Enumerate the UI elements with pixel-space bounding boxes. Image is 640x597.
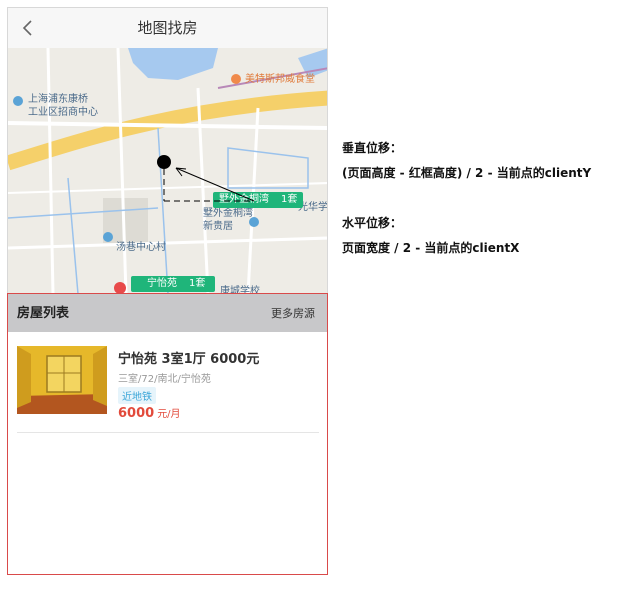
vertical-offset-formula: (页面高度 - 红框高度) / 2 - 当前点的clientY bbox=[342, 166, 592, 180]
house-price: 6000 元/月 bbox=[118, 405, 181, 421]
map-view[interactable]: 上海浦东康桥 工业区招商中心 美特斯邦威食堂 汤巷中心村 康城学校 墅外金桐湾 新贵… bbox=[8, 48, 327, 294]
list-title: 房屋列表 bbox=[17, 306, 70, 321]
pin-count: 1套 bbox=[281, 194, 298, 205]
map-label: 上海浦东康桥 工业区招商中心 bbox=[28, 94, 98, 118]
more-listings-link[interactable]: 更多房源 bbox=[271, 294, 315, 334]
pin-name: 宁怡苑 bbox=[147, 278, 177, 289]
horizontal-offset-formula: 页面宽度 / 2 - 当前点的clientX bbox=[342, 241, 520, 255]
house-photo bbox=[17, 346, 107, 414]
map-pin-community[interactable]: 宁怡苑 1套 bbox=[131, 276, 216, 292]
house-list-panel: 房屋列表 更多房源 宁怡苑 3室1厅 6000元 三室/72/南北/宁怡苑 近地… bbox=[7, 293, 328, 575]
house-title: 宁怡苑 3室1厅 6000元 bbox=[118, 352, 260, 367]
list-header: 房屋列表 更多房源 bbox=[8, 294, 327, 332]
page-title: 地图找房 bbox=[137, 19, 198, 37]
map-label: 汤巷中心村 bbox=[116, 242, 166, 253]
house-list-item[interactable]: 宁怡苑 3室1厅 6000元 三室/72/南北/宁怡苑 近地铁 6000 元/月 bbox=[17, 346, 319, 433]
horizontal-offset-title: 水平位移： bbox=[342, 216, 403, 230]
pin-count: 1套 bbox=[189, 278, 206, 289]
price-unit: 元/月 bbox=[157, 409, 181, 420]
map-pin-community[interactable]: 墅外金桐湾 1套 bbox=[213, 192, 304, 208]
house-attributes: 三室/72/南北/宁怡苑 bbox=[118, 374, 211, 385]
near-subway-badge: 近地铁 bbox=[118, 387, 156, 404]
map-label: 美特斯邦威食堂 bbox=[245, 74, 315, 85]
map-label: 墅外金桐湾 新贵居 bbox=[203, 208, 253, 232]
price-value: 6000 bbox=[118, 406, 155, 421]
app-header: 地图找房 bbox=[8, 8, 327, 49]
vertical-offset-title: 垂直位移： bbox=[342, 141, 403, 155]
pin-name: 墅外金桐湾 bbox=[219, 194, 269, 205]
